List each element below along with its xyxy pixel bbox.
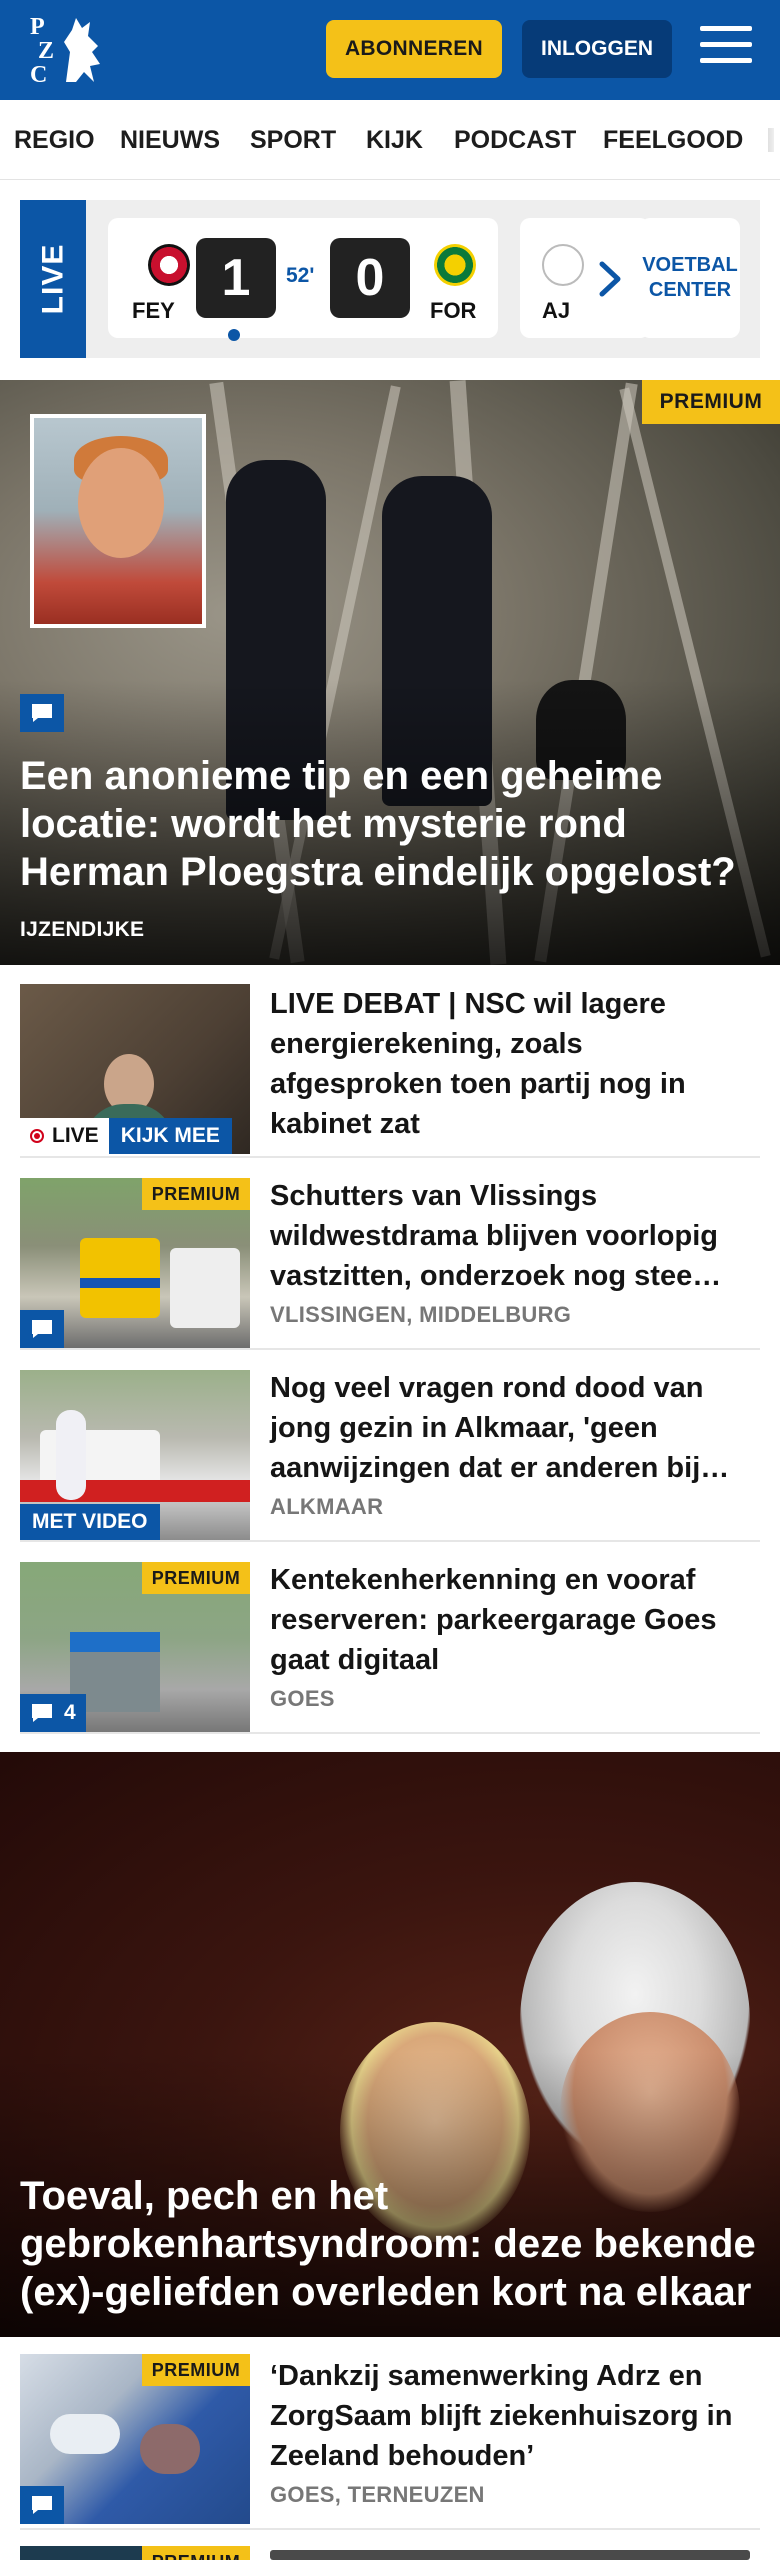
nav-item-podcast[interactable]: PODCAST: [454, 126, 576, 155]
nav-item-nieuws[interactable]: NIEUWS: [120, 126, 220, 155]
list-item[interactable]: LIVE KIJK MEE LIVE DEBAT | NSC wil lager…: [20, 968, 760, 1158]
list-item[interactable]: PREMIUM 4 Kentekenherkenning en vooraf r…: [20, 1544, 760, 1734]
next-team-name: AJ: [542, 298, 571, 323]
login-button[interactable]: INLOGGEN: [522, 20, 672, 78]
article-title[interactable]: LIVE DEBAT | NSC wil lagere energiereken…: [270, 984, 760, 1144]
article-thumbnail: MET VIDEO: [20, 1370, 250, 1540]
feyenoord-logo-icon: [148, 244, 190, 286]
nav-item-sport[interactable]: SPORT: [250, 126, 336, 155]
article-thumbnail: PREMIUM: [20, 1178, 250, 1348]
home-team-name: FEY: [132, 298, 175, 323]
premium-badge: PREMIUM: [142, 2546, 250, 2560]
match-card[interactable]: FEY 1 52' 0 FOR: [108, 218, 498, 341]
nav-item-regio[interactable]: REGIO: [14, 126, 95, 155]
comment-icon[interactable]: [20, 1310, 64, 1348]
comment-icon[interactable]: [20, 694, 64, 732]
section-nav: REGIO NIEUWS SPORT KIJK PODCAST FEELGOOD: [0, 100, 780, 180]
record-icon: [30, 1129, 44, 1143]
list-item[interactable]: PREMIUM ‘Dankzij samenwerking Adrz en Zo…: [20, 2340, 760, 2530]
article-title[interactable]: Kentekenherkenning en vooraf reserveren:…: [270, 1560, 760, 1680]
article-title[interactable]: ‘Dankzij samenwerking Adrz en ZorgSaam b…: [270, 2356, 760, 2476]
premium-badge: PREMIUM: [642, 380, 780, 424]
voetbal-center-link[interactable]: VOETBAL CENTER: [640, 218, 740, 338]
article-location: VLISSINGEN, MIDDELBURG: [270, 1302, 572, 1327]
article-title[interactable]: Nog veel vragen rond dood van jong gezin…: [270, 1368, 760, 1488]
subscribe-button[interactable]: ABONNEREN: [326, 20, 502, 78]
match-minute: 52': [286, 264, 315, 287]
article-title-partial[interactable]: [270, 2550, 750, 2560]
top-header: P Z C ABONNEREN INLOGGEN: [0, 0, 780, 100]
nav-fade: [754, 100, 780, 179]
portrait-photo: [30, 414, 206, 628]
nav-item-feelgood[interactable]: FEELGOOD: [603, 126, 743, 155]
home-score: 1: [196, 238, 276, 318]
hero-title[interactable]: Een anonieme tip en een geheime locatie:…: [20, 752, 760, 896]
watch-live-button[interactable]: KIJK MEE: [108, 1118, 232, 1154]
article-thumbnail[interactable]: PREMIUM: [20, 2546, 250, 2560]
live-label: LIVE: [20, 200, 86, 358]
away-team-name: FOR: [430, 298, 477, 323]
article-location: GOES, TERNEUZEN: [270, 2482, 485, 2507]
chevron-right-icon[interactable]: [590, 254, 630, 304]
premium-badge: PREMIUM: [142, 1562, 250, 1594]
live-indicator-dot: [228, 329, 240, 341]
hero-title[interactable]: Toeval, pech en het gebrokenhartsyndroom…: [20, 2172, 770, 2316]
comment-icon[interactable]: [20, 2486, 64, 2524]
fortuna-logo-icon: [434, 244, 476, 286]
hero-location: IJZENDIJKE: [20, 918, 145, 941]
ajax-logo-icon: [542, 244, 584, 286]
svg-text:C: C: [30, 62, 47, 88]
article-thumbnail: LIVE KIJK MEE: [20, 984, 250, 1154]
away-score: 0: [330, 238, 410, 318]
svg-text:P: P: [30, 14, 45, 40]
video-chip: MET VIDEO: [20, 1504, 160, 1540]
article-thumbnail: PREMIUM 4: [20, 1562, 250, 1732]
svg-text:Z: Z: [38, 38, 54, 64]
hero-article[interactable]: PREMIUM Een anonieme tip en een geheime …: [0, 380, 780, 965]
article-title[interactable]: Schutters van Vlissings wildwestdrama bl…: [270, 1176, 760, 1296]
live-chip[interactable]: LIVE KIJK MEE: [20, 1118, 232, 1154]
pzc-logo[interactable]: P Z C: [26, 12, 116, 88]
hero-article-2[interactable]: Toeval, pech en het gebrokenhartsyndroom…: [0, 1752, 780, 2337]
nav-item-kijk[interactable]: KIJK: [366, 126, 423, 155]
list-item[interactable]: PREMIUM Schutters van Vlissings wildwest…: [20, 1160, 760, 1350]
article-location: ALKMAAR: [270, 1494, 384, 1519]
logo-icon: P Z C: [30, 14, 100, 88]
premium-badge: PREMIUM: [142, 1178, 250, 1210]
article-location: GOES: [270, 1686, 335, 1711]
live-scores-strip: LIVE FEY 1 52' 0 FOR AJ VOETBAL CENTER: [20, 200, 760, 358]
article-thumbnail: PREMIUM: [20, 2354, 250, 2524]
list-item[interactable]: MET VIDEO Nog veel vragen rond dood van …: [20, 1352, 760, 1542]
menu-icon[interactable]: [700, 26, 752, 72]
next-match-card[interactable]: AJ: [520, 218, 650, 338]
comment-count-button[interactable]: 4: [20, 1694, 86, 1732]
comment-icon: [32, 1704, 52, 1722]
premium-badge: PREMIUM: [142, 2354, 250, 2386]
